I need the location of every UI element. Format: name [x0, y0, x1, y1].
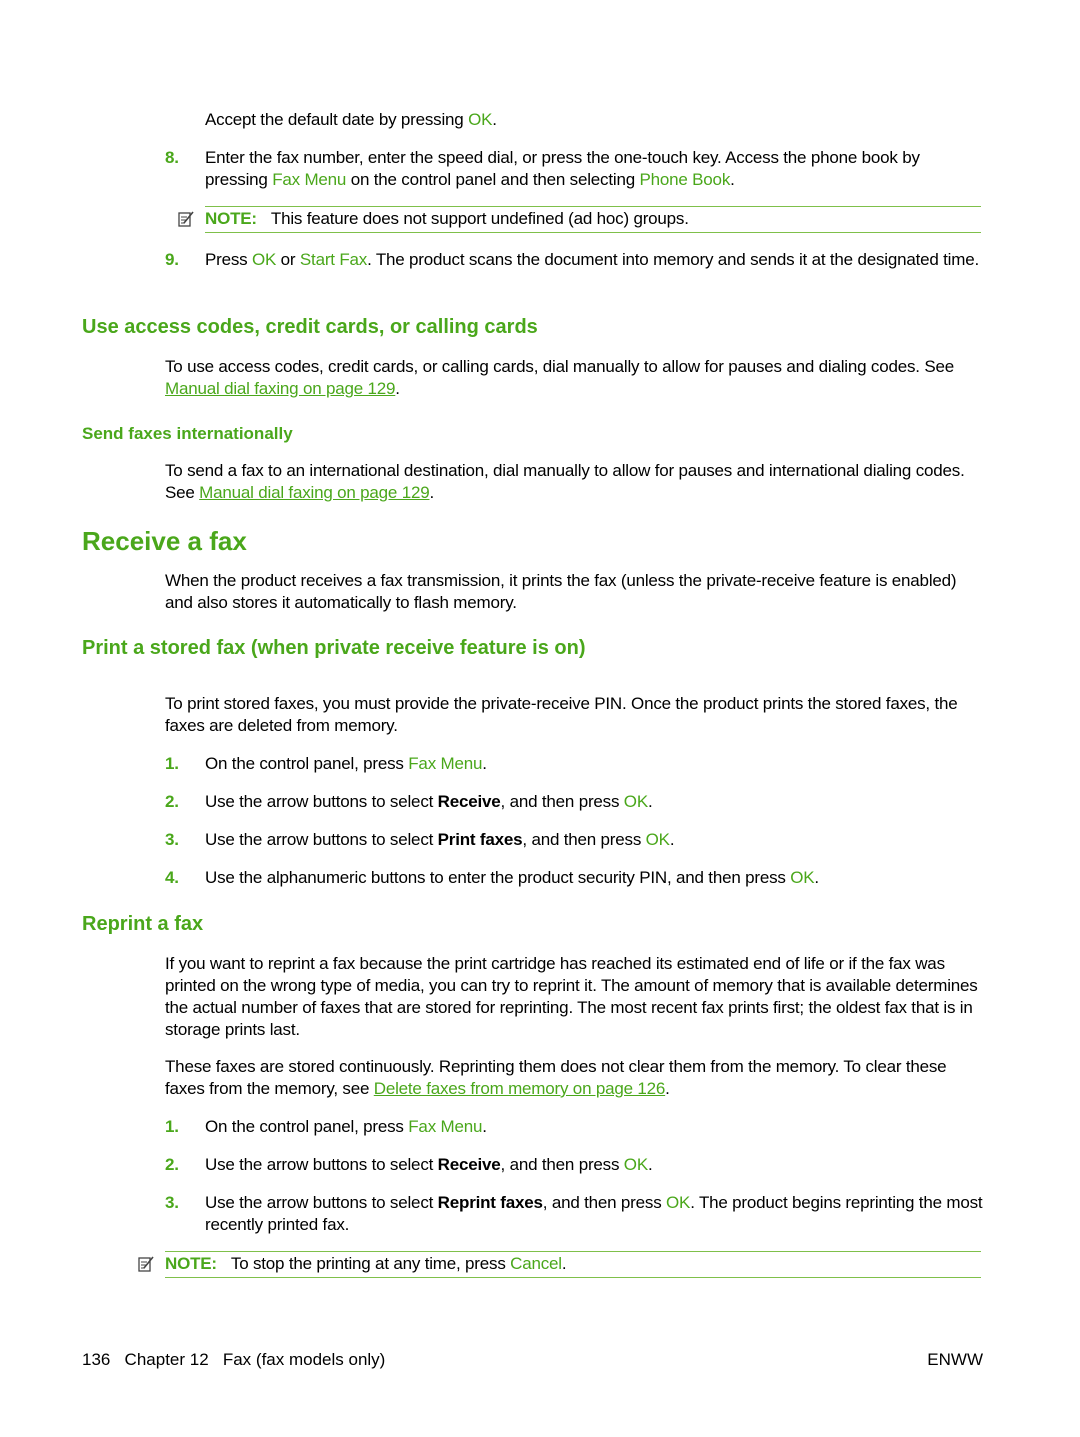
intro-text: Accept the default date by pressing [205, 110, 469, 129]
step-number: 4. [165, 868, 179, 887]
step-number: 3. [165, 1193, 179, 1212]
ok-key: OK [666, 1193, 691, 1212]
intro-period: . [492, 110, 497, 129]
ok-key: OK [623, 1155, 648, 1174]
step-text: . [730, 170, 735, 189]
fax-menu-key: Fax Menu [408, 1117, 483, 1136]
stored-step-3: 3. Use the arrow buttons to select Print… [165, 829, 983, 851]
note-text: To stop the printing at any time, press [230, 1254, 511, 1273]
note-icon [138, 1256, 154, 1272]
ok-key: OK [790, 868, 815, 887]
step-number: 2. [165, 1155, 179, 1174]
section-heading-stored-fax: Print a stored fax (when private receive… [82, 637, 586, 659]
footer-locale: ENWW [927, 1350, 983, 1369]
reprint-step-1: 1. On the control panel, press Fax Menu. [165, 1116, 983, 1138]
paragraph-text: . [395, 379, 400, 398]
page-footer: 136 Chapter 12 Fax (fax models only) [82, 1350, 385, 1370]
fax-menu-key: Fax Menu [408, 754, 483, 773]
step-text: On the control panel, press [205, 1117, 409, 1136]
menu-option: Reprint faxes [437, 1193, 543, 1212]
chapter-label: Chapter 12 [124, 1350, 209, 1369]
note-icon [178, 211, 194, 227]
delete-faxes-link[interactable]: Delete faxes from memory on page 126 [374, 1079, 666, 1098]
step-text: Use the arrow buttons to select [205, 792, 438, 811]
ok-key: OK [251, 250, 277, 269]
menu-option: Receive [437, 1155, 501, 1174]
note-text: . [561, 1254, 567, 1273]
ok-key: OK [645, 830, 670, 849]
stored-step-4: 4. Use the alphanumeric buttons to enter… [165, 867, 983, 889]
step-text: , and then press [522, 830, 646, 849]
paragraph-text: . [665, 1079, 670, 1098]
intro-line: Accept the default date by pressing OK. [205, 109, 497, 131]
step-text: Use the arrow buttons to select [205, 1155, 438, 1174]
reprint-step-2: 2. Use the arrow buttons to select Recei… [165, 1154, 983, 1176]
step-text: , and then press [500, 792, 624, 811]
paragraph-text: . [429, 483, 434, 502]
menu-option: Receive [437, 792, 501, 811]
note-label: NOTE: [165, 1254, 217, 1273]
section-heading-access-codes: Use access codes, credit cards, or calli… [82, 316, 538, 338]
step-text: Use the alphanumeric buttons to enter th… [205, 868, 791, 887]
step-text: . [647, 792, 653, 811]
fax-menu-key: Fax Menu [272, 170, 347, 189]
menu-option: Print faxes [437, 830, 523, 849]
note-text: This feature does not support undefined … [270, 209, 689, 228]
reprint-step-3: 3. Use the arrow buttons to select Repri… [165, 1192, 983, 1236]
section-heading-international: Send faxes internationally [82, 424, 293, 443]
step-number: 1. [165, 754, 179, 773]
section-heading-reprint: Reprint a fax [82, 913, 204, 935]
paragraph-text: To use access codes, credit cards, or ca… [165, 357, 954, 376]
step-number: 8. [165, 148, 179, 167]
step-text: . [647, 1155, 653, 1174]
cancel-key: Cancel [510, 1254, 562, 1273]
step-text: . [482, 754, 487, 773]
reprint-paragraph-2: These faxes are stored continuously. Rep… [165, 1056, 985, 1100]
step-text: On the control panel, press [205, 754, 409, 773]
note-label: NOTE: [205, 209, 257, 228]
manual-dial-link[interactable]: Manual dial faxing on page 129 [199, 483, 429, 502]
stored-paragraph: To print stored faxes, you must provide … [165, 694, 958, 735]
stored-step-2: 2. Use the arrow buttons to select Recei… [165, 791, 983, 813]
ok-key: OK [468, 110, 493, 129]
page-title: Receive a fax [82, 526, 247, 556]
page-number: 136 [82, 1350, 111, 1369]
stored-step-1: 1. On the control panel, press Fax Menu. [165, 753, 983, 775]
receive-paragraph: When the product receives a fax transmis… [165, 571, 957, 612]
note-box: NOTE: To stop the printing at any time, p… [138, 1251, 981, 1278]
step-number: 9. [165, 250, 179, 269]
step-number: 3. [165, 830, 179, 849]
phone-book-key: Phone Book [639, 170, 731, 189]
step-9: 9. Press OK or Start Fax. The product sc… [165, 249, 983, 271]
step-text: Press [205, 250, 252, 269]
step-text: Use the arrow buttons to select [205, 830, 438, 849]
step-number: 1. [165, 1117, 179, 1136]
step-number: 2. [165, 792, 179, 811]
step-text: , and then press [500, 1155, 624, 1174]
step-text: . [814, 868, 819, 887]
access-codes-paragraph: To use access codes, credit cards, or ca… [165, 356, 985, 400]
international-paragraph: To send a fax to an international destin… [165, 460, 985, 504]
step-text: Use the arrow buttons to select [205, 1193, 438, 1212]
ok-key: OK [623, 792, 648, 811]
chapter-title: Fax (fax models only) [222, 1350, 386, 1369]
manual-dial-link[interactable]: Manual dial faxing on page 129 [165, 379, 395, 398]
reprint-paragraph-1: If you want to reprint a fax because the… [165, 954, 978, 1039]
step-text: . The product scans the document into me… [367, 250, 979, 269]
step-text: on the control panel and then selecting [346, 170, 640, 189]
step-text: . [669, 830, 675, 849]
start-fax-key: Start Fax [299, 250, 368, 269]
step-text: . [482, 1117, 487, 1136]
step-8: 8. Enter the fax number, enter the speed… [165, 147, 983, 191]
note-box: NOTE: This feature does not support undef… [178, 206, 981, 233]
step-text: , and then press [542, 1193, 667, 1212]
step-text: or [276, 250, 300, 269]
